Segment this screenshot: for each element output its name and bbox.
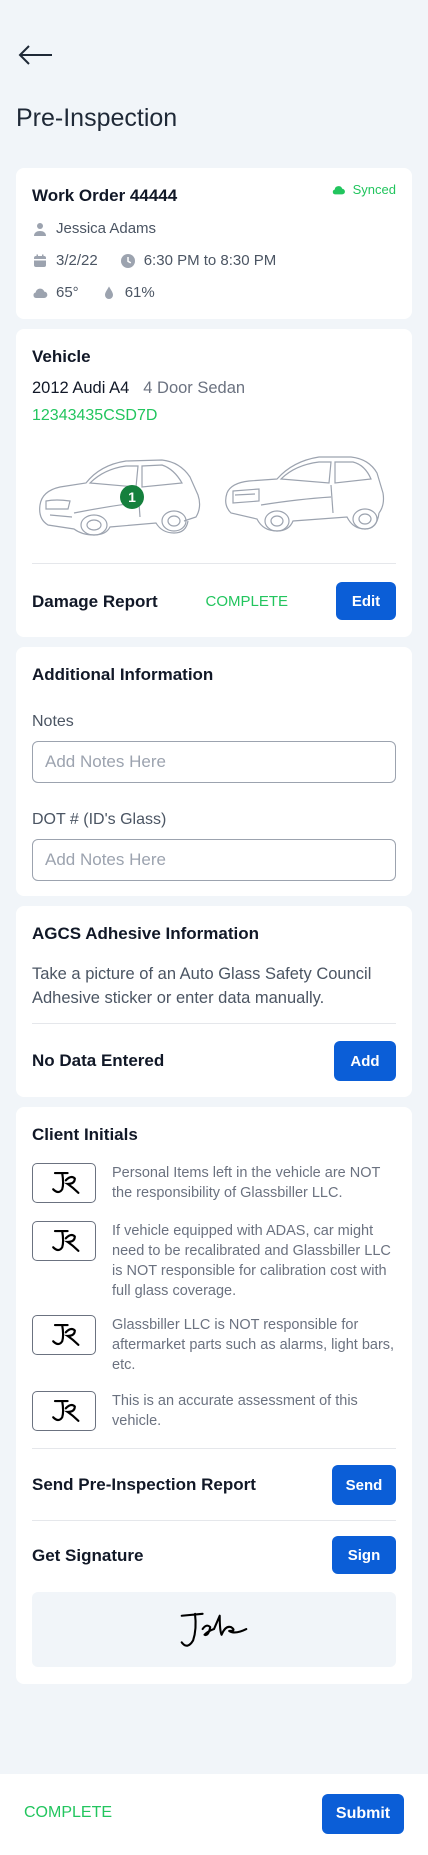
calendar-icon <box>34 254 46 267</box>
send-report-button[interactable]: Send <box>332 1465 396 1505</box>
damage-report-status: COMPLETE <box>205 593 288 610</box>
initials-divider <box>32 1448 396 1449</box>
signature-pad[interactable] <box>32 1592 396 1667</box>
additional-info-card: Additional Information Notes DOT # (ID's… <box>16 647 412 896</box>
damage-marker-number: 1 <box>128 489 136 505</box>
client-initials-heading: Client Initials <box>32 1125 138 1144</box>
initials-mark <box>52 1172 80 1194</box>
signature-label: Get Signature <box>32 1546 144 1565</box>
initials-statement: If vehicle equipped with ADAS, car might… <box>112 1223 391 1299</box>
work-order-card: Work Order 44444 Synced Jessica Adams 3/… <box>16 168 412 319</box>
car-rear-diagram[interactable] <box>218 443 390 543</box>
dot-label: DOT # (ID's Glass) <box>32 811 167 828</box>
person-icon <box>34 222 46 236</box>
customer-row: Jessica Adams <box>32 220 156 237</box>
initials-mark <box>52 1230 80 1252</box>
adhesive-status: No Data Entered <box>32 1051 165 1070</box>
vehicle-vin: 12343435CSD7D <box>32 407 158 424</box>
sign-button[interactable]: Sign <box>332 1536 396 1574</box>
footer-status: COMPLETE <box>24 1804 113 1821</box>
vehicle-heading: Vehicle <box>32 347 91 366</box>
initials-box[interactable] <box>32 1163 96 1203</box>
adhesive-description: Take a picture of an Auto Glass Safety C… <box>32 965 372 1007</box>
weather-row: 65° 61% <box>32 284 155 301</box>
vehicle-body-style: 4 Door Sedan <box>143 379 246 397</box>
cloud-icon <box>332 185 345 194</box>
temperature: 65° <box>56 284 79 301</box>
vehicle-divider <box>32 563 396 564</box>
car-front-diagram[interactable] <box>34 443 204 543</box>
initials-statement: Glassbiller LLC is NOT responsible for a… <box>112 1317 395 1373</box>
vehicle-model-row: 2012 Audi A4 4 Door Sedan <box>32 379 245 398</box>
additional-info-heading: Additional Information <box>32 665 214 684</box>
work-order-time: 6:30 PM to 8:30 PM <box>143 252 277 269</box>
damage-report-label: Damage Report <box>32 592 158 611</box>
adhesive-divider <box>32 1023 396 1024</box>
droplet-icon <box>104 286 113 299</box>
top-bar: Pre-Inspection <box>0 0 428 132</box>
vehicle-model: 2012 Audi A4 <box>32 379 130 397</box>
signature-divider <box>32 1520 396 1521</box>
adhesive-card: AGCS Adhesive Information Take a picture… <box>16 906 412 1097</box>
sync-status: Synced <box>330 182 396 197</box>
customer-name: Jessica Adams <box>56 220 157 237</box>
back-arrow-icon[interactable] <box>16 40 56 70</box>
notes-input[interactable] <box>32 741 396 783</box>
adhesive-heading: AGCS Adhesive Information <box>32 924 260 943</box>
clock-icon <box>120 253 135 268</box>
initials-statement: This is an accurate assessment of this v… <box>112 1393 358 1429</box>
footer-bar: COMPLETE Submit <box>0 1774 428 1855</box>
notes-label: Notes <box>32 713 74 730</box>
page-title: Pre-Inspection <box>16 104 178 132</box>
initials-box[interactable] <box>32 1391 96 1431</box>
add-adhesive-button[interactable]: Add <box>334 1041 396 1081</box>
client-initials-card: Client Initials Personal Items left in t… <box>16 1107 412 1684</box>
submit-button[interactable]: Submit <box>322 1794 404 1834</box>
initials-box[interactable] <box>32 1315 96 1355</box>
humidity: 61% <box>124 284 155 301</box>
send-report-label: Send Pre-Inspection Report <box>32 1475 256 1494</box>
dot-input[interactable] <box>32 839 396 881</box>
sync-status-label: Synced <box>352 182 396 197</box>
schedule-row: 3/2/22 6:30 PM to 8:30 PM <box>32 252 276 269</box>
initials-box[interactable] <box>32 1221 96 1261</box>
initials-mark <box>52 1324 80 1346</box>
work-order-title: Work Order 44444 <box>32 186 178 205</box>
cloud-icon <box>33 288 48 298</box>
initials-mark <box>52 1400 80 1422</box>
signature-image <box>180 1612 248 1647</box>
vehicle-card: Vehicle 2012 Audi A4 4 Door Sedan 123434… <box>16 329 412 637</box>
work-order-date: 3/2/22 <box>56 252 98 269</box>
edit-damage-report-button[interactable]: Edit <box>336 582 396 620</box>
damage-marker[interactable]: 1 <box>120 485 144 509</box>
initials-statement: Personal Items left in the vehicle are N… <box>112 1165 381 1201</box>
